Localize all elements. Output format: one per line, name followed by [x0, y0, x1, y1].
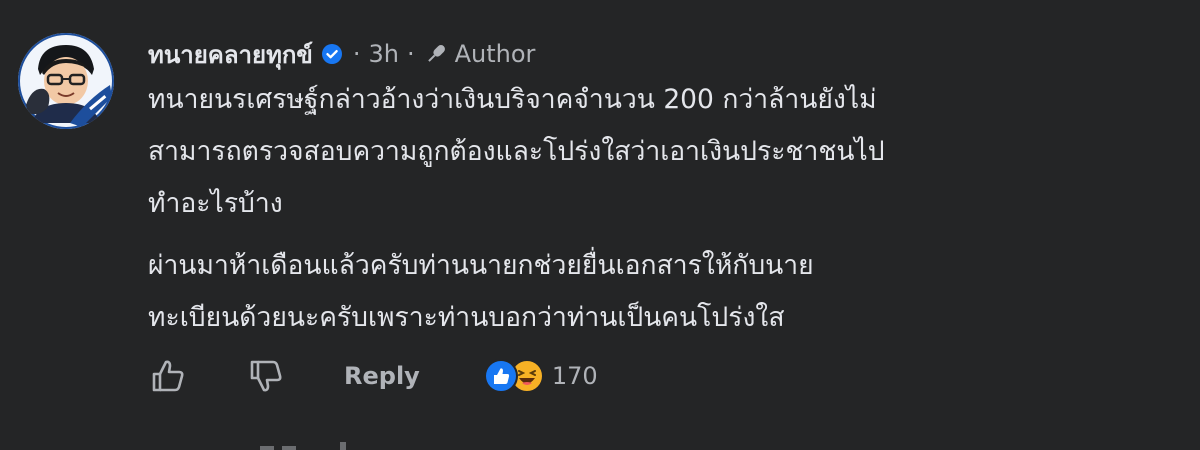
author-name[interactable]: ทนายคลายทุกข์ — [148, 35, 313, 74]
comment-paragraph-1: ทนายนรเศรษฐ์กล่าวอ้างว่าเงินบริจาคจำนวน … — [148, 74, 885, 230]
verified-badge-icon — [321, 43, 343, 65]
reactions-summary[interactable]: 170 — [483, 359, 598, 393]
separator-dot: · — [352, 40, 361, 68]
like-reaction-icon — [483, 359, 518, 393]
comment-header: ทนายคลายทุกข์ · 3h · Author — [148, 36, 535, 72]
comment-line: ทนายนรเศรษฐ์กล่าวอ้างว่าเงินบริจาคจำนวน … — [148, 84, 877, 115]
like-button[interactable] — [148, 356, 188, 396]
reply-button[interactable]: Reply — [344, 362, 420, 390]
comment-paragraph-2: ผ่านมาห้าเดือนแล้วครับท่านนายกช่วยยื่นเอ… — [148, 240, 814, 344]
comment-actions: Reply 170 — [148, 350, 598, 402]
author-badge: Author — [454, 40, 536, 68]
avatar[interactable] — [18, 33, 114, 129]
dislike-button[interactable] — [246, 356, 286, 396]
thumbs-up-icon — [152, 360, 184, 392]
reaction-count: 170 — [551, 362, 598, 390]
microphone-icon — [423, 41, 449, 67]
thumbs-down-icon — [250, 360, 282, 392]
comment-line: ผ่านมาห้าเดือนแล้วครับท่านนายกช่วยยื่นเอ… — [148, 250, 814, 281]
separator-dot-2: · — [406, 40, 415, 68]
comment-line: สามารถตรวจสอบความถูกต้องและโปร่งใสว่าเอา… — [148, 136, 885, 167]
comment-line: ทำอะไรบ้าง — [148, 188, 283, 219]
comment-line: ทะเบียนด้วยนะครับเพราะท่านบอกว่าท่านเป็น… — [148, 302, 785, 333]
next-comment-partial — [260, 442, 346, 450]
avatar-image — [20, 35, 112, 127]
comment-time[interactable]: 3h — [368, 40, 398, 68]
